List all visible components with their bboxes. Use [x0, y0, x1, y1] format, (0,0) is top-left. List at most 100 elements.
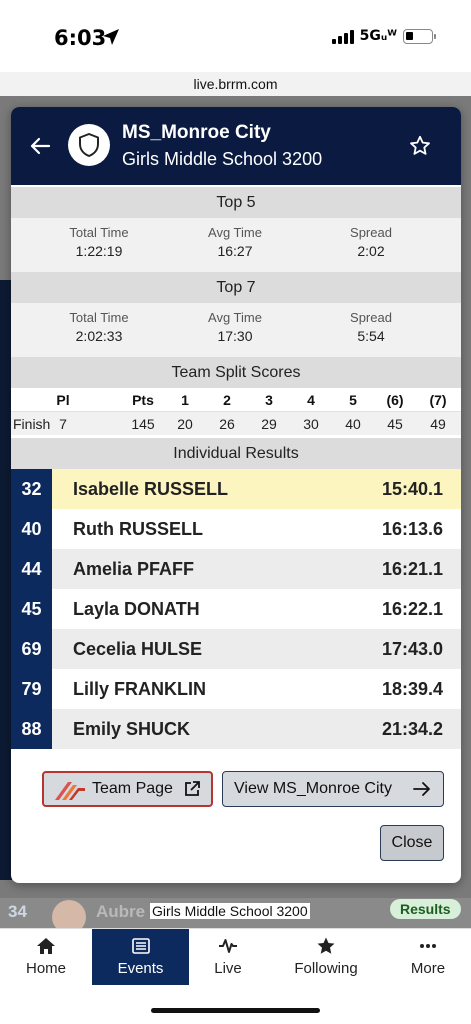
split-value: 45 [387, 416, 403, 432]
result-time: 18:39.4 [381, 679, 443, 699]
nav-label: Home [25, 960, 66, 977]
result-place: 44 [11, 549, 52, 589]
top7-total-time: Total Time 2:02:33 [24, 303, 174, 344]
stat-label: Total Time [69, 310, 129, 325]
nav-live[interactable]: Live [189, 929, 267, 985]
top5-avg-time: Avg Time 16:27 [160, 218, 310, 259]
result-row[interactable]: 88 Emily SHUCK 21:34.2 [11, 709, 461, 749]
result-name: Layla DONATH [73, 599, 200, 619]
favorite-star-icon[interactable] [409, 135, 431, 157]
nav-label: More [410, 960, 446, 977]
split-header: (7) [429, 392, 447, 408]
result-row[interactable]: 69 Cecelia HULSE 17:43.0 [11, 629, 461, 669]
modal-header: MS_Monroe City Girls Middle School 3200 [11, 107, 461, 185]
stat-label: Spread [350, 310, 392, 325]
status-indicators: 5Gᵤᵂ [331, 28, 436, 44]
stat-label: Total Time [69, 225, 129, 240]
result-row[interactable]: 79 Lilly FRANKLIN 18:39.4 [11, 669, 461, 709]
stat-value: 17:30 [217, 328, 253, 344]
split-header-row: Pl Pts 1 2 3 4 5 (6) (7) [11, 388, 461, 410]
team-name: MS_Monroe City [122, 122, 271, 143]
result-time: 16:13.6 [381, 519, 443, 539]
result-place: 45 [11, 589, 52, 629]
split-value: 145 [131, 416, 155, 432]
result-row[interactable]: 40 Ruth RUSSELL 16:13.6 [11, 509, 461, 549]
nav-following[interactable]: Following [267, 929, 385, 985]
top5-stats: Total Time 1:22:19 Avg Time 16:27 Spread… [11, 218, 461, 272]
result-name: Lilly FRANKLIN [73, 679, 206, 699]
team-page-label: Team Page [92, 780, 173, 797]
stat-value: 5:54 [357, 328, 385, 344]
result-row[interactable]: 32 Isabelle RUSSELL 15:40.1 [11, 469, 461, 509]
split-value: 40 [345, 416, 361, 432]
team-division: Girls Middle School 3200 [122, 149, 323, 169]
result-name: Cecelia HULSE [73, 639, 203, 659]
nav-events[interactable]: Events [92, 929, 189, 985]
result-name: Emily SHUCK [73, 719, 191, 739]
stat-label: Avg Time [208, 225, 262, 240]
top5-total-time: Total Time 1:22:19 [24, 218, 174, 259]
status-bar: 6:03 5Gᵤᵂ [0, 0, 471, 72]
top7-stats: Total Time 2:02:33 Avg Time 17:30 Spread… [11, 303, 461, 357]
split-finish-row: Finish 7 145 20 26 29 30 40 45 49 [11, 411, 461, 435]
result-name: Ruth RUSSELL [73, 519, 203, 539]
split-header: 4 [307, 392, 315, 408]
result-name: Amelia PFAFF [73, 559, 195, 579]
result-row[interactable]: 44 Amelia PFAFF 16:21.1 [11, 549, 461, 589]
split-value: 30 [303, 416, 319, 432]
status-time: 6:03 [54, 26, 107, 50]
split-value: 20 [177, 416, 193, 432]
top7-title: Top 7 [11, 272, 461, 303]
stat-label: Avg Time [208, 310, 262, 325]
list-icon [131, 938, 150, 954]
split-value: 7 [59, 416, 67, 432]
result-place: 40 [11, 509, 52, 549]
background-school: Girls Middle School 3200 [150, 903, 310, 919]
signal-icon [331, 28, 354, 44]
background-rank: 34 [8, 902, 27, 921]
top5-title: Top 5 [11, 187, 461, 218]
back-arrow-icon[interactable] [29, 135, 51, 157]
team-page-button[interactable]: Team Page [42, 771, 213, 807]
result-place: 88 [11, 709, 52, 749]
result-place: 69 [11, 629, 52, 669]
view-team-button[interactable]: View MS_Monroe City [222, 771, 444, 807]
home-indicator [151, 1008, 320, 1013]
external-link-icon [185, 781, 200, 796]
result-place: 79 [11, 669, 52, 709]
star-icon [317, 937, 335, 954]
result-time: 16:21.1 [381, 559, 443, 579]
result-time: 21:34.2 [381, 719, 443, 739]
result-time: 15:40.1 [381, 479, 443, 499]
result-place: 32 [11, 469, 52, 509]
split-header: 5 [349, 392, 357, 408]
brand-logo-icon [55, 782, 85, 800]
stat-value: 2:02:33 [75, 328, 123, 344]
split-header: Pts [132, 392, 154, 408]
network-label: 5Gᵤᵂ [359, 28, 397, 44]
nav-more[interactable]: More [385, 929, 471, 985]
nav-home[interactable]: Home [0, 929, 92, 985]
stat-value: 2:02 [357, 243, 385, 259]
split-header: 1 [181, 392, 189, 408]
result-row[interactable]: 45 Layla DONATH 16:22.1 [11, 589, 461, 629]
split-header: 3 [265, 392, 273, 408]
split-value: 26 [219, 416, 235, 432]
url-bar[interactable]: live.brrm.com [0, 72, 471, 96]
top5-spread: Spread 2:02 [296, 218, 446, 259]
nav-label: Events [117, 960, 164, 977]
split-header: (6) [386, 392, 404, 408]
background-name: Aubre [96, 902, 146, 921]
arrow-right-icon [413, 782, 430, 796]
home-icon [37, 938, 55, 954]
result-time: 17:43.0 [381, 639, 443, 659]
split-value: 29 [261, 416, 277, 432]
top7-spread: Spread 5:54 [296, 303, 446, 344]
split-scores-title: Team Split Scores [11, 357, 461, 388]
close-button[interactable]: Close [380, 825, 444, 861]
team-logo [68, 124, 110, 166]
more-icon [420, 944, 436, 948]
split-value: 49 [430, 416, 446, 432]
nav-label: Live [214, 960, 242, 977]
pulse-icon [219, 939, 237, 953]
